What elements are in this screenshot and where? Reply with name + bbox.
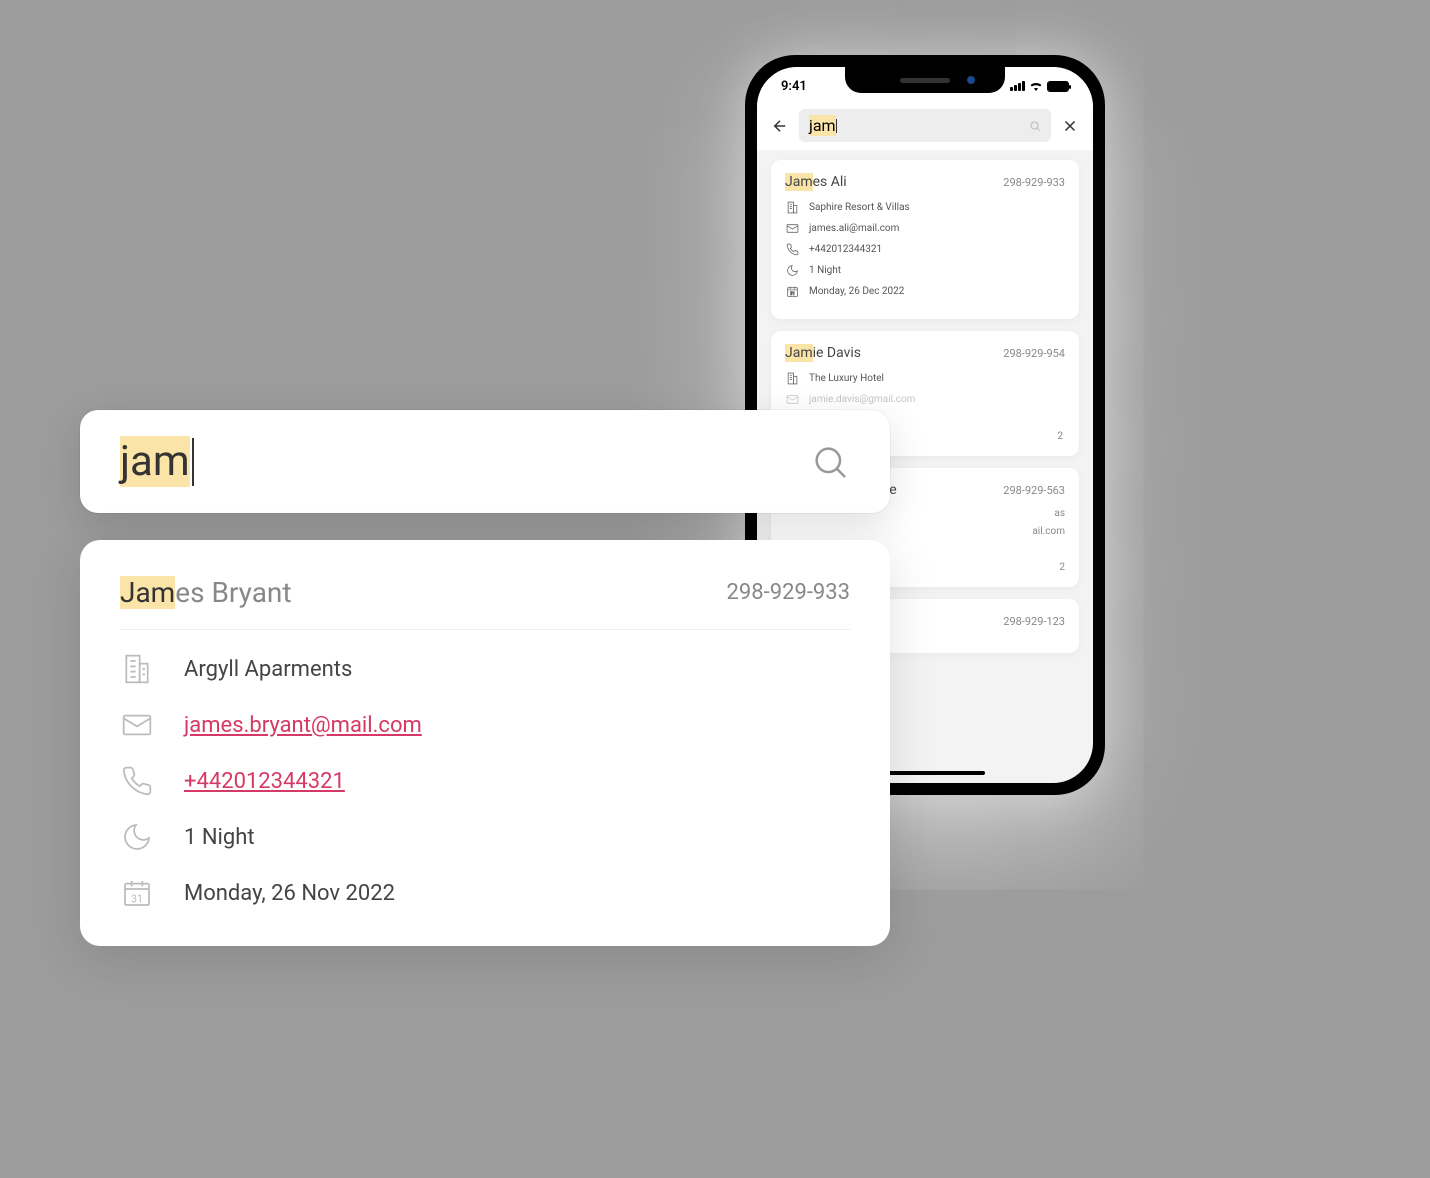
moon-icon — [120, 820, 154, 854]
back-button[interactable] — [771, 117, 789, 135]
partial-text: as — [1054, 508, 1065, 519]
result-email: james.ali@mail.com — [809, 223, 899, 234]
detail-id: 298-929-933 — [727, 580, 850, 605]
result-email: jamie.davis@gmail.com — [809, 394, 915, 405]
result-name: Jamie Davis — [785, 345, 861, 361]
result-id: 298-929-954 — [1003, 347, 1065, 360]
result-id: 298-929-933 — [1003, 176, 1065, 189]
detail-name: James Bryant — [120, 576, 292, 609]
close-button[interactable] — [1061, 117, 1079, 135]
detail-date: Monday, 26 Nov 2022 — [184, 881, 395, 906]
search-text-highlight: jam — [809, 115, 836, 136]
building-icon — [120, 652, 154, 686]
mail-icon — [120, 708, 154, 742]
result-property: The Luxury Hotel — [809, 373, 884, 384]
signal-icon — [1010, 81, 1025, 91]
svg-text:31: 31 — [131, 892, 143, 905]
calendar-icon: 31 — [785, 284, 799, 298]
phone-icon — [785, 242, 799, 256]
building-icon — [785, 200, 799, 214]
text-cursor — [836, 119, 837, 133]
result-id: 298-929-563 — [1003, 484, 1065, 497]
moon-icon — [785, 263, 799, 277]
result-property: Saphire Resort & Villas — [809, 202, 910, 213]
phone-header: jam — [757, 101, 1093, 150]
result-name: James Ali — [785, 174, 847, 190]
detail-phone-link[interactable]: +442012344321 — [184, 769, 345, 794]
detail-email-link[interactable]: james.bryant@mail.com — [184, 713, 422, 738]
result-date: Monday, 26 Dec 2022 — [809, 286, 904, 297]
search-highlight: jam — [120, 436, 190, 487]
detail-card: James Bryant 298-929-933 Argyll Aparment… — [80, 540, 890, 946]
phone-icon — [120, 764, 154, 798]
svg-text:31: 31 — [790, 291, 795, 296]
mail-icon — [785, 392, 799, 406]
result-nights: 1 Night — [809, 265, 841, 276]
phone-search-input[interactable]: jam — [799, 109, 1051, 142]
status-time: 9:41 — [781, 79, 807, 94]
battery-icon — [1047, 81, 1069, 92]
wifi-icon — [1029, 81, 1043, 91]
result-card[interactable]: James Ali 298-929-933 Saphire Resort & V… — [771, 160, 1079, 319]
text-cursor — [192, 438, 194, 486]
search-icon — [1029, 120, 1041, 132]
result-id: 298-929-123 — [1003, 615, 1065, 628]
mail-icon — [785, 221, 799, 235]
detail-property: Argyll Aparments — [184, 657, 352, 682]
search-bar[interactable]: jam — [80, 410, 890, 513]
search-icon — [810, 442, 850, 482]
detail-nights: 1 Night — [184, 825, 255, 850]
phone-notch — [845, 67, 1005, 93]
partial-text: ail.com — [1032, 526, 1065, 537]
calendar-icon: 31 — [120, 876, 154, 910]
building-icon — [785, 371, 799, 385]
result-phone: +442012344321 — [809, 244, 882, 255]
